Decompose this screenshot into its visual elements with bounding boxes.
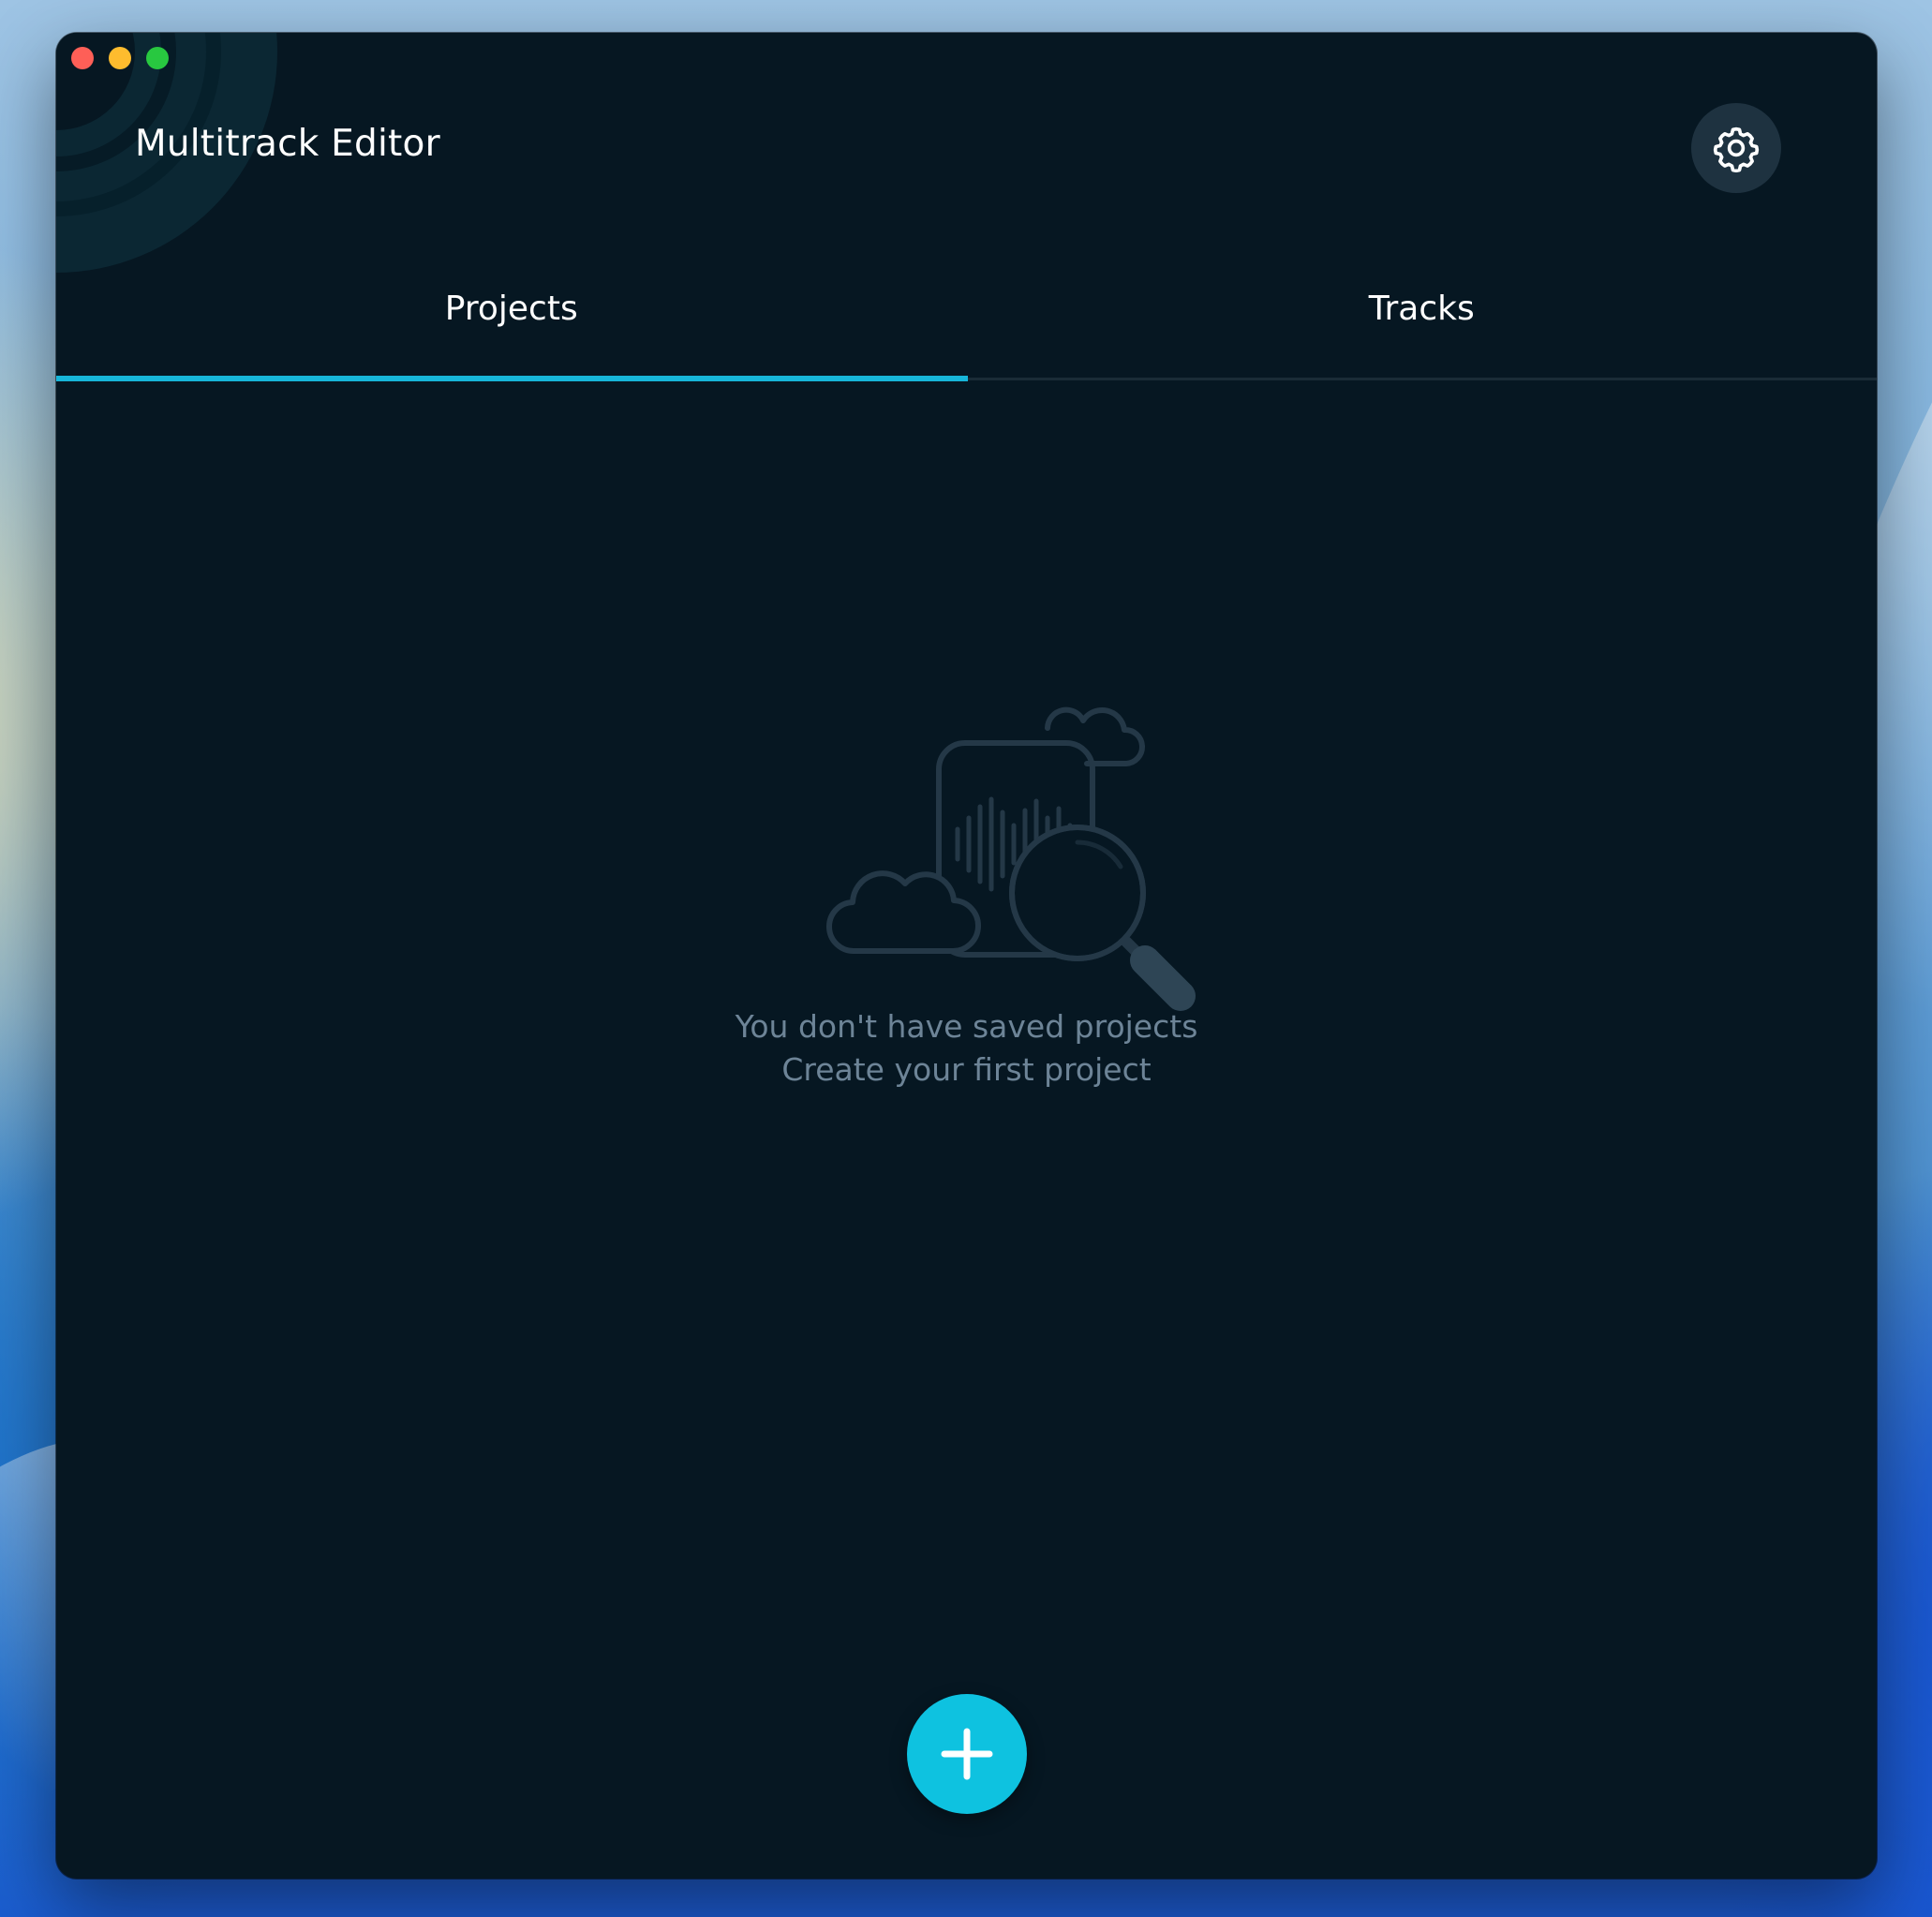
tab-projects[interactable]: Projects bbox=[56, 267, 967, 384]
audio-file-search-illustration bbox=[826, 706, 1196, 1011]
maximize-window-button[interactable] bbox=[146, 47, 169, 69]
tab-bar: Projects Tracks bbox=[56, 267, 1877, 384]
minimize-window-button[interactable] bbox=[109, 47, 131, 69]
app-window: Multitrack Editor Projects Tracks You do… bbox=[56, 33, 1877, 1879]
add-project-button[interactable] bbox=[907, 1694, 1027, 1814]
active-tab-indicator bbox=[56, 376, 968, 381]
app-title: Multitrack Editor bbox=[135, 123, 440, 165]
settings-button[interactable] bbox=[1691, 103, 1781, 193]
gear-icon bbox=[1713, 126, 1760, 172]
close-window-button[interactable] bbox=[71, 47, 94, 69]
empty-state-line-1: You don't have saved projects bbox=[735, 1008, 1198, 1045]
plus-icon bbox=[941, 1728, 993, 1780]
empty-state-message: You don't have saved projects Create you… bbox=[56, 1005, 1877, 1092]
window-controls bbox=[71, 47, 169, 69]
tab-tracks[interactable]: Tracks bbox=[967, 267, 1878, 384]
empty-state-line-2: Create your first project bbox=[781, 1051, 1152, 1088]
